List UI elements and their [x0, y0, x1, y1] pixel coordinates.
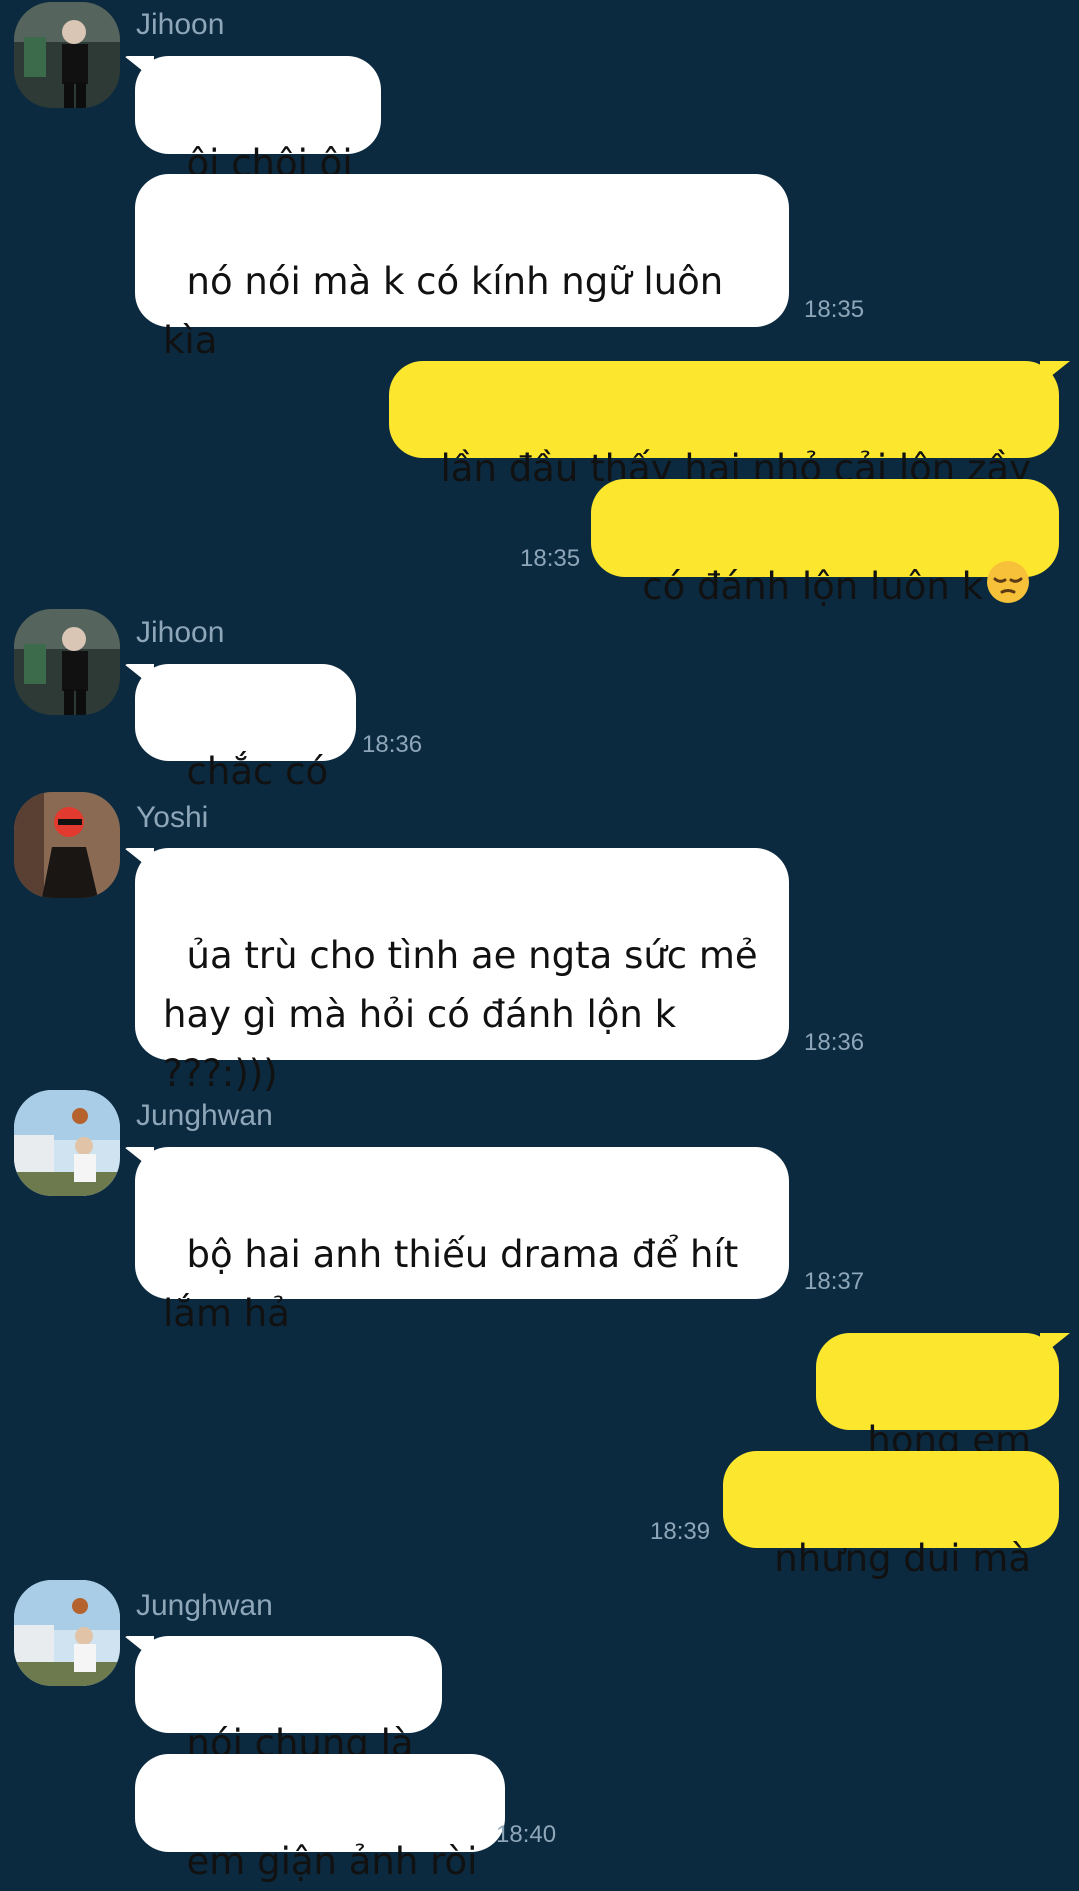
message-time: 18:36 [804, 1029, 865, 1056]
sender-name: Yoshi [136, 801, 209, 834]
message-time: 18:35 [520, 545, 581, 572]
message-bubble[interactable]: hong em [815, 1333, 1059, 1462]
message-time: 18:35 [804, 296, 865, 323]
avatar-image [14, 792, 120, 898]
avatar-yoshi[interactable] [14, 792, 120, 898]
message-bubble[interactable]: nhưng dui mà [722, 1451, 1059, 1580]
message-bubble[interactable]: chắc có [135, 664, 357, 793]
message-time: 18:39 [650, 1518, 711, 1545]
message-bubble[interactable]: có đánh lộn luôn k [590, 479, 1059, 608]
message-time: 18:40 [496, 1821, 557, 1848]
message-text: em giận ảnh ròi [186, 1840, 478, 1883]
message-bubble[interactable]: lần đầu thấy hai nhỏ cải lộn zầy [389, 361, 1059, 490]
avatar-junghwan[interactable] [14, 1090, 120, 1196]
message-bubble[interactable]: em giận ảnh ròi [135, 1754, 506, 1883]
message-text: nhưng dui mà [774, 1537, 1031, 1580]
avatar-jihoon[interactable] [14, 609, 120, 715]
message-bubble[interactable]: nó nói mà k có kính ngữ luôn kìa [135, 174, 789, 362]
sender-name: Jihoon [136, 8, 225, 41]
avatar-jihoon[interactable] [14, 2, 120, 108]
avatar-junghwan[interactable] [14, 1580, 120, 1686]
message-bubble[interactable]: bộ hai anh thiếu drama để hít lắm hả [135, 1147, 789, 1335]
sender-name: Jihoon [136, 616, 225, 649]
avatar-image [14, 1090, 120, 1196]
message-bubble[interactable]: ôi chội ôi [135, 56, 381, 185]
sender-name: Junghwan [136, 1589, 273, 1622]
message-bubble[interactable]: nói chung là [135, 1636, 442, 1765]
message-time: 18:36 [362, 731, 423, 758]
message-text: bộ hai anh thiếu drama để hít lắm hả [163, 1233, 750, 1335]
sender-name: Junghwan [136, 1099, 273, 1132]
avatar-image [14, 1580, 120, 1686]
message-text: ủa trù cho tình ae ngta sức mẻ hay gì mà… [163, 934, 770, 1095]
pensive-face-emoji [985, 559, 1031, 622]
message-text: chắc có [186, 750, 329, 793]
message-time: 18:37 [804, 1268, 865, 1295]
message-text: nó nói mà k có kính ngữ luôn kìa [163, 260, 736, 362]
message-bubble[interactable]: ủa trù cho tình ae ngta sức mẻ hay gì mà… [135, 848, 789, 1095]
avatar-image [14, 609, 120, 715]
avatar-image [14, 2, 120, 108]
message-text: có đánh lộn luôn k [642, 565, 983, 608]
